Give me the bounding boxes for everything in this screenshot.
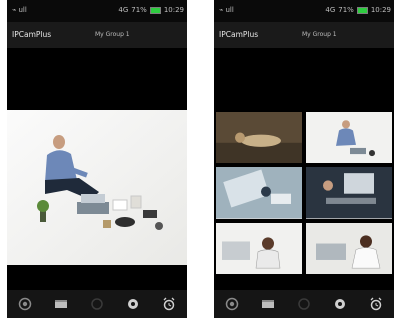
camera-image-laptop-user xyxy=(306,222,392,274)
camera-image-reception xyxy=(216,222,302,274)
battery-percent: 71% xyxy=(338,6,354,14)
phone-screen-grid-view: ⌁ ull 4G 71% 10:29 IPCamPlus My Group 1 xyxy=(214,0,394,318)
camera-image-workstation xyxy=(306,167,392,219)
camera-image-office-desk xyxy=(306,112,392,164)
camera-feed-large[interactable] xyxy=(7,110,187,265)
camera-icon xyxy=(225,297,239,311)
camera-grid xyxy=(216,112,392,274)
bottom-nav xyxy=(214,290,394,318)
nav-film-button[interactable] xyxy=(255,293,281,315)
group-selector[interactable]: My Group 1 xyxy=(302,31,337,38)
battery-icon xyxy=(149,6,161,14)
clock: 10:29 xyxy=(370,6,391,14)
bottom-nav xyxy=(7,290,187,318)
camera-feed-workstation[interactable] xyxy=(306,167,392,219)
nav-camera-button[interactable] xyxy=(219,293,245,315)
nav-record-button[interactable] xyxy=(84,293,110,315)
status-right-group: 4G 71% 10:29 xyxy=(325,6,391,14)
camera-feed-laptop-user[interactable] xyxy=(306,222,392,274)
camera-image-dog xyxy=(216,112,302,164)
battery-percent: 71% xyxy=(131,6,147,14)
camera-feed-overhead[interactable] xyxy=(216,167,302,219)
settings-icon xyxy=(335,299,345,309)
nav-settings-button[interactable] xyxy=(327,293,353,315)
camera-image-office xyxy=(7,110,187,265)
camera-feed-dog[interactable] xyxy=(216,112,302,164)
app-title: IPCamPlus xyxy=(12,30,52,39)
film-icon xyxy=(262,300,274,308)
record-icon xyxy=(298,298,310,310)
camera-feed-office-desk[interactable] xyxy=(306,112,392,164)
network-label: 4G xyxy=(325,6,336,14)
nav-alarm-button[interactable] xyxy=(363,293,389,315)
title-bar: IPCamPlus My Group 1 xyxy=(7,22,187,48)
signal-text: ⌁ ull xyxy=(219,6,234,14)
nav-film-button[interactable] xyxy=(48,293,74,315)
camera-image-overhead xyxy=(216,167,302,219)
record-icon xyxy=(91,298,103,310)
clock: 10:29 xyxy=(163,6,184,14)
status-right-group: 4G 71% 10:29 xyxy=(118,6,184,14)
film-icon xyxy=(55,300,67,308)
status-bar: ⌁ ull 4G 71% 10:29 xyxy=(7,0,187,22)
network-label: 4G xyxy=(118,6,129,14)
settings-icon xyxy=(128,299,138,309)
signal-text: ⌁ ull xyxy=(12,6,27,14)
status-bar: ⌁ ull 4G 71% 10:29 xyxy=(214,0,394,22)
camera-icon xyxy=(18,297,32,311)
battery-icon xyxy=(356,6,368,14)
app-title: IPCamPlus xyxy=(219,30,259,39)
nav-alarm-button[interactable] xyxy=(156,293,182,315)
nav-camera-button[interactable] xyxy=(12,293,38,315)
alarm-clock-icon xyxy=(370,297,382,311)
alarm-clock-icon xyxy=(163,297,175,311)
phone-screen-single-view: ⌁ ull 4G 71% 10:29 IPCamPlus My Group 1 xyxy=(7,0,187,318)
title-bar: IPCamPlus My Group 1 xyxy=(214,22,394,48)
nav-record-button[interactable] xyxy=(291,293,317,315)
group-selector[interactable]: My Group 1 xyxy=(95,31,130,38)
camera-feed-reception[interactable] xyxy=(216,222,302,274)
nav-settings-button[interactable] xyxy=(120,293,146,315)
